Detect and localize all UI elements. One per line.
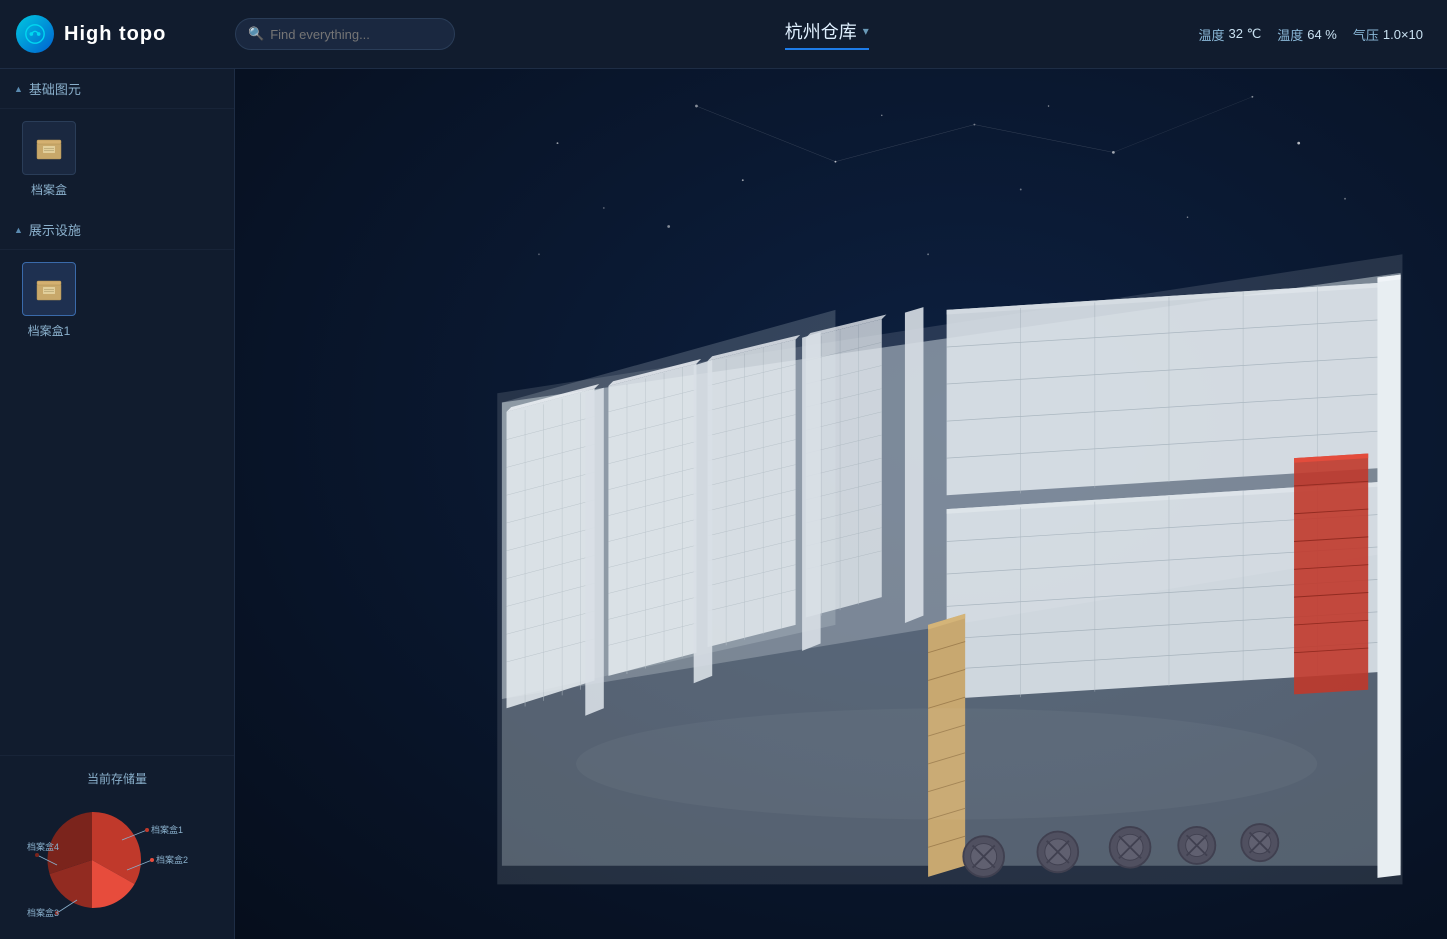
archive-box-1-icon xyxy=(30,270,68,308)
pie-chart: 档案盒1 档案盒2 档案盒3 档案盒4 xyxy=(27,795,207,925)
display-items-grid: 档案盒1 xyxy=(0,250,234,351)
pressure-value: 1.0×10 xyxy=(1383,27,1423,42)
section-label-basic: 基础图元 xyxy=(29,79,81,98)
chart-area: 当前存储量 档案盒1 xyxy=(0,755,234,939)
warehouse-title[interactable]: 杭州仓库 ▾ xyxy=(785,18,869,50)
section-header-basic[interactable]: ▲ 基础图元 xyxy=(0,69,234,109)
section-header-display[interactable]: ▲ 展示设施 xyxy=(0,210,234,250)
center-title-area: 杭州仓库 ▾ xyxy=(455,18,1199,50)
archive-box-label: 档案盒 xyxy=(31,181,67,198)
search-icon: 🔍 xyxy=(248,26,264,42)
warehouse-dropdown-icon[interactable]: ▾ xyxy=(863,24,869,38)
pressure-status: 气压 1.0×10 xyxy=(1353,25,1423,44)
logo-area: High topo xyxy=(0,0,235,69)
pie-chart-svg: 档案盒1 档案盒2 档案盒3 档案盒4 xyxy=(27,795,207,925)
sidebar-item-archive-box-1[interactable]: 档案盒1 xyxy=(14,262,84,339)
archive-box-icon xyxy=(30,129,68,167)
logo-icon xyxy=(16,15,54,53)
temperature-value: 32 ℃ xyxy=(1229,26,1262,42)
viewport[interactable] xyxy=(235,69,1447,939)
status-area: 温度 32 ℃ 温度 64 % 气压 1.0×10 xyxy=(1199,25,1447,44)
search-bar[interactable]: 🔍 xyxy=(235,18,455,50)
archive-box-icon-container xyxy=(22,121,76,175)
archive-box-1-icon-container xyxy=(22,262,76,316)
svg-text:档案盒4: 档案盒4 xyxy=(27,841,59,852)
svg-text:档案盒2: 档案盒2 xyxy=(156,854,188,865)
section-collapse-icon-2: ▲ xyxy=(14,225,23,235)
humidity-value: 64 % xyxy=(1307,27,1337,42)
humidity-status: 温度 64 % xyxy=(1277,25,1337,44)
warehouse-3d-scene xyxy=(235,69,1447,939)
svg-text:档案盒1: 档案盒1 xyxy=(151,824,183,835)
svg-text:档案盒3: 档案盒3 xyxy=(27,907,59,918)
sidebar: ▲ 基础图元 档案盒 xyxy=(0,69,235,939)
humidity-label: 温度 xyxy=(1277,25,1303,44)
warehouse-name-text: 杭州仓库 xyxy=(785,18,857,44)
archive-box-1-label: 档案盒1 xyxy=(28,322,71,339)
sidebar-item-archive-box[interactable]: 档案盒 xyxy=(14,121,84,198)
basic-items-grid: 档案盒 xyxy=(0,109,234,210)
search-input[interactable] xyxy=(270,27,420,42)
pressure-label: 气压 xyxy=(1353,25,1379,44)
main-content: ▲ 基础图元 档案盒 xyxy=(0,69,1447,939)
section-collapse-icon: ▲ xyxy=(14,84,23,94)
temperature-status: 温度 32 ℃ xyxy=(1199,25,1262,44)
logo-text: High topo xyxy=(64,23,166,46)
top-bar: High topo 🔍 杭州仓库 ▾ 温度 32 ℃ 温度 64 % 气压 1.… xyxy=(0,0,1447,69)
temperature-label: 温度 xyxy=(1199,25,1225,44)
chart-title: 当前存储量 xyxy=(14,770,220,787)
section-label-display: 展示设施 xyxy=(29,220,81,239)
